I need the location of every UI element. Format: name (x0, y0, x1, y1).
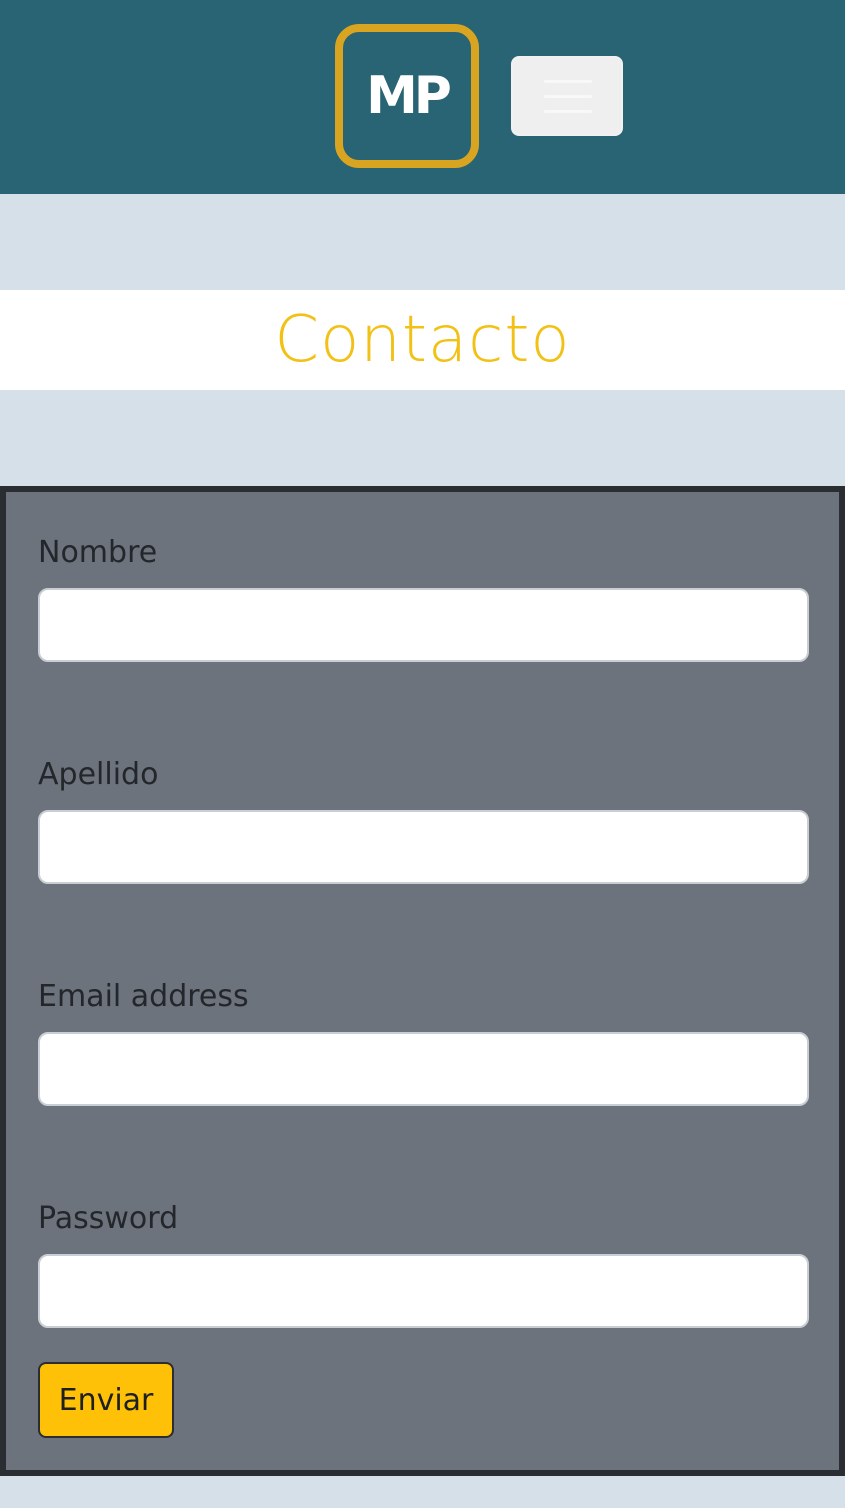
apellido-label: Apellido (38, 757, 159, 792)
page-title: Contacto (274, 303, 571, 377)
submit-button[interactable]: Enviar (38, 1362, 174, 1438)
brand-logo[interactable]: MP (335, 24, 479, 168)
navbar-toggler-button[interactable] (511, 56, 623, 136)
email-label: Email address (38, 979, 249, 1014)
password-input[interactable] (38, 1254, 809, 1328)
nombre-input[interactable] (38, 588, 809, 662)
hamburger-menu-icon (544, 80, 592, 114)
contact-form: Nombre Apellido Email address Password E… (0, 486, 845, 1476)
nombre-label: Nombre (38, 535, 158, 570)
apellido-input[interactable] (38, 810, 809, 884)
logo-text: MP (366, 66, 452, 126)
title-band: Contacto (0, 290, 845, 390)
email-input[interactable] (38, 1032, 809, 1106)
navbar: MP (0, 0, 845, 194)
password-label: Password (38, 1201, 179, 1236)
